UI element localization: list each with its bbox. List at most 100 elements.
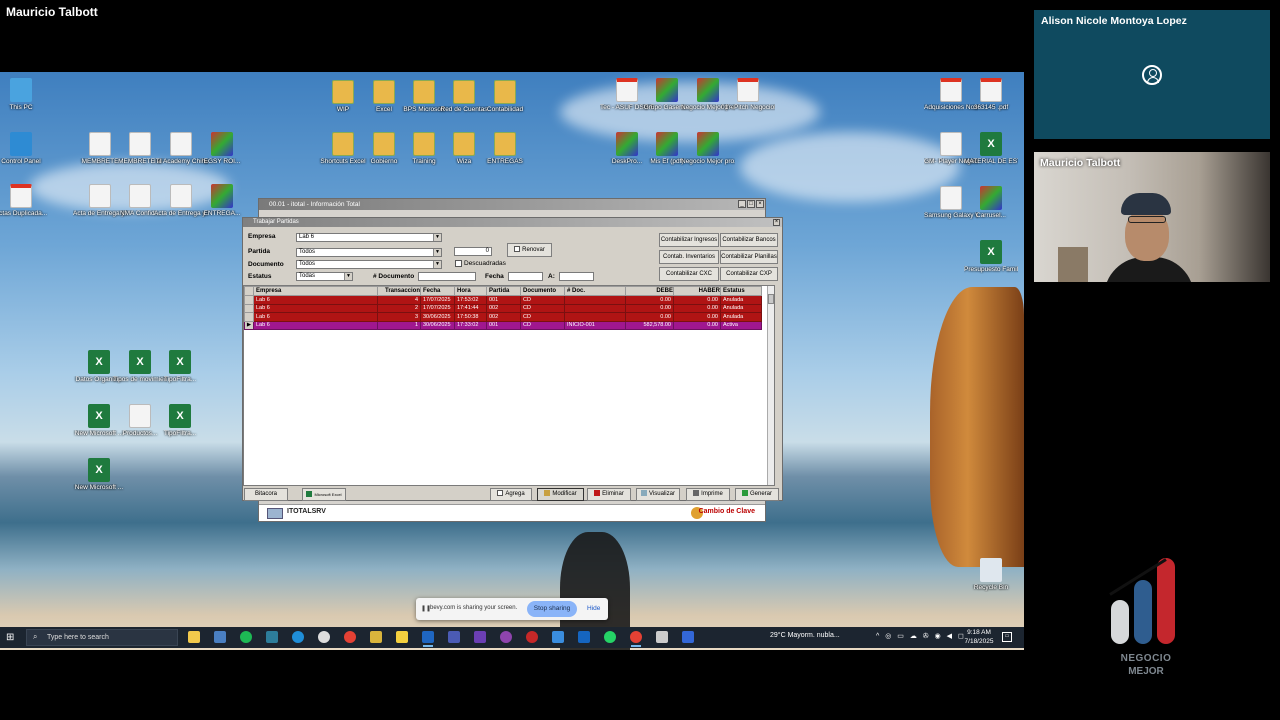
desktop-icon[interactable]: Contabilidad [478, 80, 532, 114]
desktop-icon[interactable]: X New Microsoft ... [72, 458, 126, 492]
doc-file-icon [89, 132, 111, 156]
estatus-select[interactable]: Todas ▼ [296, 272, 353, 281]
terminal-icon[interactable] [266, 631, 278, 643]
bitacora-button[interactable]: Bitacora [244, 488, 288, 501]
contabilizar-planillas-button[interactable]: Contabilizar Planillas [720, 250, 778, 264]
column-header[interactable]: Fecha [420, 286, 455, 296]
whatsapp-icon[interactable] [604, 631, 616, 643]
desktop-icon[interactable]: Actas Duplicada... [0, 184, 48, 218]
contabilizar-bancos-button[interactable]: Contabilizar Bancos [720, 233, 778, 247]
logo-text-line1: NEGOCIO [1120, 653, 1172, 664]
partida-select[interactable]: Todos ▼ [296, 248, 442, 257]
pen-app-icon[interactable] [214, 631, 226, 643]
table-row[interactable]: Lab 6 3 30/06/2025 17:50:38 002 CD 0.00 0.00 Anu… [244, 312, 762, 322]
column-header[interactable]: # Doc. [564, 286, 626, 296]
desktop-icon[interactable]: EGSY ROI... [195, 132, 249, 166]
weather-widget[interactable]: 29°C Mayorm. nubla... [770, 632, 840, 639]
num-documento-input[interactable] [418, 272, 476, 281]
eliminar-button[interactable]: Eliminar [587, 488, 631, 501]
contabilizar-cxc-button[interactable]: Contabilizar CXC [659, 267, 719, 281]
azure-icon[interactable] [578, 631, 590, 643]
column-header[interactable]: Partida [486, 286, 521, 296]
table-row[interactable]: Lab 6 2 17/07/2025 17:41:44 002 CD 0.00 0.00 Anu… [244, 303, 762, 313]
participant-tile[interactable]: Alison Nicole Montoya Lopez [1034, 10, 1270, 139]
notification-icon[interactable]: ▭ [1002, 632, 1012, 642]
renovar-button[interactable]: Renovar [507, 243, 552, 257]
desktop-icon[interactable]: Control Panel [0, 132, 48, 166]
participant-name: Alison Nicole Montoya Lopez [1041, 15, 1187, 27]
folder-app-icon[interactable] [370, 631, 382, 643]
column-header[interactable]: HABER [673, 286, 721, 296]
store-icon[interactable] [552, 631, 564, 643]
windows-start-icon[interactable]: ⊞ [6, 632, 17, 643]
edge-icon[interactable] [292, 631, 304, 643]
table-row[interactable]: Lab 6 4 17/07/2025 17:53:02 001 CD 0.00 0.00 Anu… [244, 295, 762, 305]
cell-haber: 0.00 [673, 295, 721, 305]
column-header[interactable]: Empresa [253, 286, 378, 296]
sticky-notes-icon[interactable] [396, 631, 408, 643]
documento-select[interactable]: Todos ▼ [296, 260, 442, 269]
fecha-hasta-input[interactable] [559, 272, 594, 281]
fecha-desde-input[interactable] [508, 272, 543, 281]
file-explorer-icon[interactable] [188, 631, 200, 643]
app-icon[interactable] [318, 631, 330, 643]
minimize-icon[interactable]: _ [738, 200, 746, 208]
contabilizar-cxp-button[interactable]: Contabilizar CXP [720, 267, 778, 281]
imprime-button[interactable]: Imprime [686, 488, 730, 501]
visual-studio-icon[interactable] [474, 631, 486, 643]
desktop-icon[interactable]: Recycle Bin [964, 558, 1018, 592]
descuadradas-checkbox[interactable] [455, 260, 462, 267]
teams-icon[interactable] [448, 631, 460, 643]
close-icon[interactable]: × [756, 200, 764, 208]
desktop-icon[interactable]: X TipoFiltra... [153, 404, 207, 438]
cell-documento: CD [520, 295, 565, 305]
rdp-icon[interactable] [682, 631, 694, 643]
chrome-active-icon[interactable] [630, 631, 642, 647]
column-header[interactable]: Hora [454, 286, 487, 296]
generar-button[interactable]: Generar [735, 488, 779, 501]
modificar-button[interactable]: Modificar [537, 488, 584, 501]
scrollbar-thumb[interactable] [768, 294, 774, 304]
contabilizar-ingresos-button[interactable]: Contabilizar Ingresos [659, 233, 719, 247]
user-avatar-icon [1142, 65, 1162, 85]
cell-fecha: 17/07/2025 [420, 295, 455, 305]
grid-scrollbar[interactable] [767, 286, 774, 485]
desktop-icon[interactable]: ENTREGAS [478, 132, 532, 166]
excel-button[interactable]: Microsoft Excel [302, 488, 346, 501]
desktop-icon[interactable]: This PC [0, 78, 48, 112]
desktop-icon[interactable]: ENTREGA... [195, 184, 249, 218]
github-icon[interactable] [500, 631, 512, 643]
taskbar-search[interactable]: ⌕ Type here to search [26, 629, 178, 646]
visualizar-button[interactable]: Visualizar [636, 488, 680, 501]
desktop-icon[interactable]: Negocio Mejor pro... [681, 132, 735, 166]
desktop-icon[interactable]: X MATERIAL DE ESTUDIO... [964, 132, 1018, 166]
empresa-select[interactable]: Lab 6 ▼ [296, 233, 442, 242]
taskbar-clock[interactable]: 9:18 AM 7/18/2025 [964, 629, 994, 646]
chrome-icon[interactable] [344, 631, 356, 643]
participant-video-tile[interactable]: Mauricio Talbott [1034, 152, 1270, 282]
agrega-button[interactable]: Agrega [490, 488, 532, 501]
column-header[interactable]: Transaccion [377, 286, 421, 296]
acrobat-icon[interactable] [526, 631, 538, 643]
hide-share-bar-link[interactable]: Hide [587, 605, 600, 612]
generar-label: Generar [749, 491, 772, 497]
dialog-close-icon[interactable]: × [773, 219, 780, 226]
stop-sharing-button[interactable]: Stop sharing [527, 601, 577, 617]
desktop-icon[interactable]: Carrusel... [964, 186, 1018, 220]
system-tray[interactable]: ^ ◎ ▭ ☁ ✇ ◉ ◀ ◻ [876, 632, 966, 640]
desktop-icon[interactable]: X Presupuesto Familia Q... [964, 240, 1018, 274]
counter-field[interactable]: 0 [454, 247, 492, 256]
remote-desktop-icon[interactable] [656, 631, 668, 643]
cambio-clave-link[interactable]: Cambio de Clave [699, 508, 755, 515]
column-header[interactable]: Documento [520, 286, 565, 296]
contab-inventarios-button[interactable]: Contab. Inventarios [659, 250, 719, 264]
table-row[interactable]: ▶ Lab 6 1 30/06/2025 17:33:02 001 CD INICIO-001… [244, 320, 762, 330]
outlook-icon[interactable] [422, 631, 434, 647]
desktop-icon[interactable]: 01 - Pitch NegocioM... [721, 78, 775, 112]
desktop-icon[interactable]: X TipoFiltra... [153, 350, 207, 384]
desktop-icon[interactable]: 363145 .pdf [964, 78, 1018, 112]
spotify-icon[interactable] [240, 631, 252, 643]
column-header[interactable]: DEBE [625, 286, 674, 296]
column-header[interactable]: Estatus [720, 286, 762, 296]
maximize-icon[interactable]: □ [747, 200, 755, 208]
